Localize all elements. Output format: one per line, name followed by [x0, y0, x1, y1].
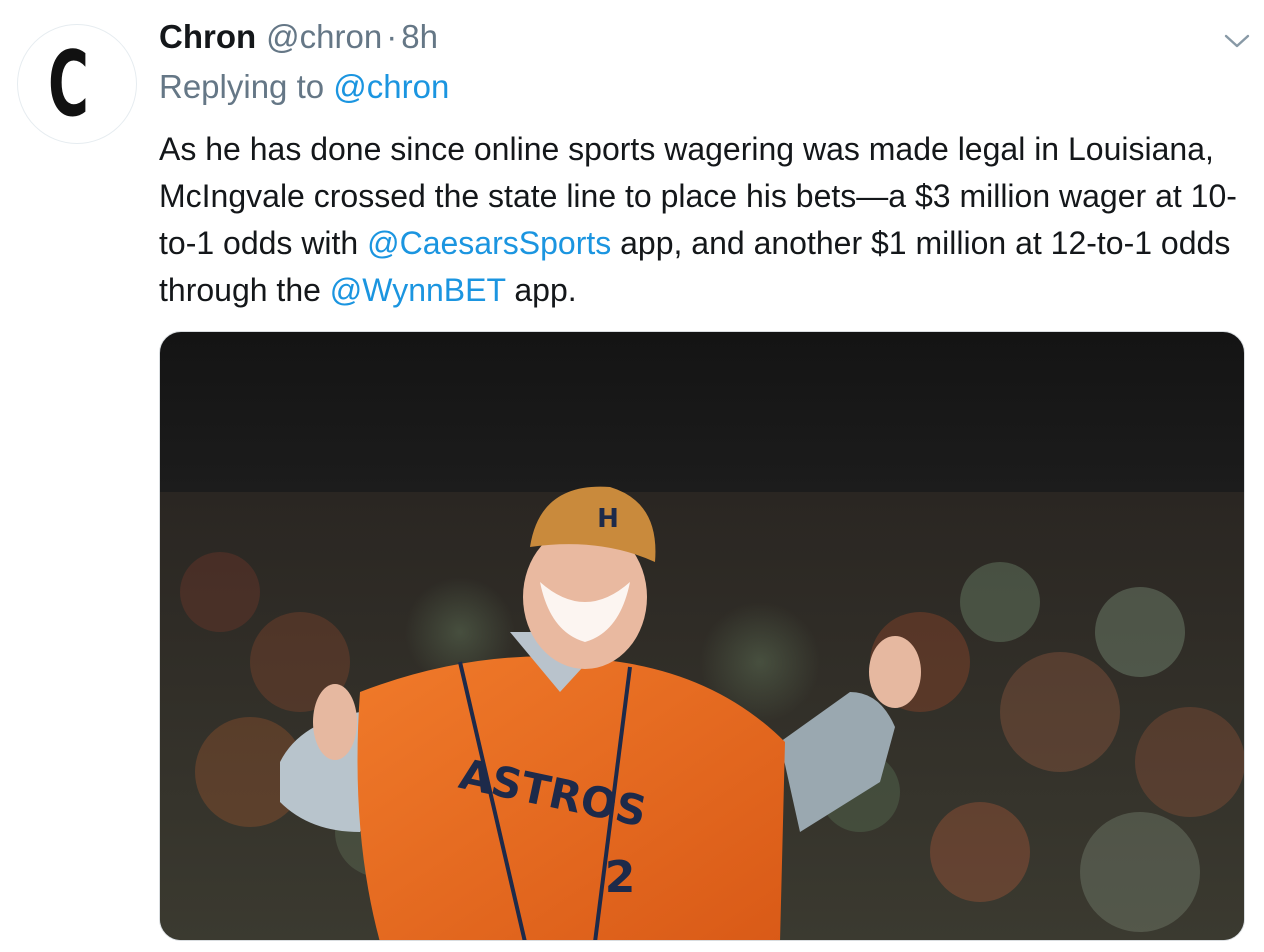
cap-logo: H	[597, 504, 619, 534]
tweet-header: Chron @chron · 8h	[159, 18, 438, 60]
display-name[interactable]: Chron	[159, 18, 256, 56]
chevron-down-icon[interactable]	[1222, 26, 1252, 56]
photo-illustration: H ASTROS 2	[160, 486, 1244, 940]
chron-logo-icon: C	[48, 32, 89, 137]
tweet-text: As he has done since online sports wager…	[159, 126, 1239, 314]
tweet-photo[interactable]: H ASTROS 2	[159, 331, 1245, 941]
mention-link-caesarssports[interactable]: @CaesarsSports	[367, 225, 611, 261]
replying-to: Replying to @chron	[159, 68, 449, 106]
jersey-number: 2	[605, 852, 636, 903]
timestamp[interactable]: 8h	[401, 18, 438, 56]
user-handle[interactable]: @chron	[266, 18, 382, 56]
mention-link-wynnbet[interactable]: @WynnBET	[330, 272, 506, 308]
avatar[interactable]: C	[17, 24, 137, 144]
logo-dot	[114, 135, 130, 143]
reply-mention-link[interactable]: @chron	[333, 68, 449, 105]
separator: ·	[386, 18, 398, 55]
text-segment: app.	[505, 272, 577, 308]
tweet[interactable]: C Chron @chron · 8h Replying to @chron A…	[0, 0, 1264, 952]
reply-prefix: Replying to	[159, 68, 325, 105]
